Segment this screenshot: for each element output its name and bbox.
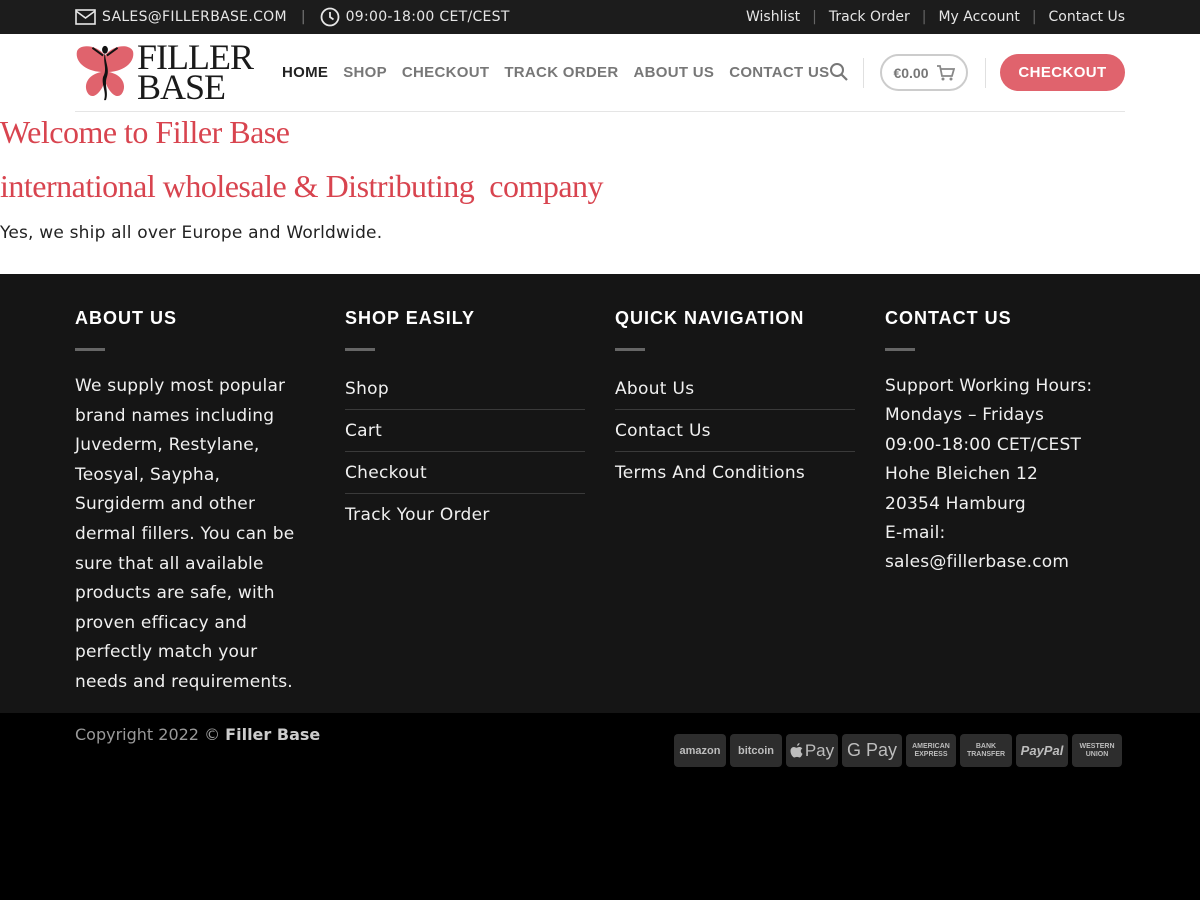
logo-text: FILLER BASE xyxy=(137,39,254,105)
contact-street: Hohe Bleichen 12 xyxy=(885,464,1038,485)
nav-home[interactable]: HOME xyxy=(282,64,328,81)
divider: | xyxy=(300,9,306,25)
footer-link-shop[interactable]: Shop xyxy=(345,368,585,410)
footer-about-heading: ABOUT US xyxy=(75,308,177,328)
footer-link-track-order[interactable]: Track Your Order xyxy=(345,494,585,536)
payment-methods: amazon bitcoin Pay G Pay AMERICAN EXPRES… xyxy=(674,734,1122,767)
google-pay-icon: G Pay xyxy=(842,734,902,767)
nav-contact-us[interactable]: CONTACT US xyxy=(729,64,829,81)
main-nav: HOME SHOP CHECKOUT TRACK ORDER ABOUT US … xyxy=(282,34,829,110)
footer-contact-heading: CONTACT US xyxy=(885,308,1012,328)
footer-shop: SHOP EASILY Shop Cart Checkout Track You… xyxy=(345,308,585,536)
amex-icon: AMERICAN EXPRESS xyxy=(906,734,956,767)
apple-logo xyxy=(790,743,803,758)
nav-track-order[interactable]: TRACK ORDER xyxy=(504,64,618,81)
apple-pay-label: Pay xyxy=(804,740,835,760)
footer-link-checkout[interactable]: Checkout xyxy=(345,452,585,494)
envelope-icon xyxy=(75,9,96,25)
heading-underline xyxy=(885,348,915,351)
copyright-text: Copyright 2022 © xyxy=(75,725,221,744)
divider: | xyxy=(1031,9,1037,25)
copyright-brand[interactable]: Filler Base xyxy=(225,725,320,744)
clock-icon xyxy=(320,7,339,27)
contact-hours-label: Support Working Hours: xyxy=(885,376,1093,396)
heading-underline xyxy=(615,348,645,351)
footer-link-cart[interactable]: Cart xyxy=(345,410,585,452)
copyright: Copyright 2022 © Filler Base xyxy=(75,725,320,744)
contact-city: 20354 Hamburg xyxy=(885,493,1026,514)
search-button[interactable] xyxy=(829,62,849,82)
top-bar: SALES@FILLERBASE.COM | 09:00-18:00 CET/C… xyxy=(0,0,1200,34)
contact-us-link[interactable]: Contact Us xyxy=(1049,9,1125,25)
shipping-text: Yes, we ship all over Europe and Worldwi… xyxy=(0,223,383,243)
site-footer: ABOUT US We supply most popular brand na… xyxy=(0,274,1200,713)
nav-shop[interactable]: SHOP xyxy=(343,64,387,81)
cart-icon xyxy=(936,64,955,80)
bottom-bar: Copyright 2022 © Filler Base amazon bitc… xyxy=(0,713,1200,900)
bank-transfer-icon: BANK TRANSFER xyxy=(960,734,1012,767)
hours-info: 09:00-18:00 CET/CEST xyxy=(320,7,510,27)
site-logo[interactable]: FILLER BASE xyxy=(75,39,254,105)
amazon-pay-icon: amazon xyxy=(674,734,726,767)
divider: | xyxy=(921,9,927,25)
footer-link-about-us[interactable]: About Us xyxy=(615,368,855,410)
footer-navigation: QUICK NAVIGATION About Us Contact Us Ter… xyxy=(615,308,855,494)
western-union-icon: WESTERN UNION xyxy=(1072,734,1122,767)
cart-button[interactable]: €0.00 xyxy=(880,54,968,91)
email-text: SALES@FILLERBASE.COM xyxy=(102,9,287,25)
page-title: Welcome to Filler Base xyxy=(0,114,290,150)
paypal-icon: PayPal xyxy=(1016,734,1068,767)
butterfly-logo-icon xyxy=(76,45,134,101)
search-icon xyxy=(830,63,848,81)
contact-email[interactable]: E-mail: sales@fillerbase.com xyxy=(885,519,1125,578)
main-content: Welcome to Filler Base international who… xyxy=(0,112,1200,274)
contact-hours: 09:00-18:00 CET/CEST xyxy=(885,434,1082,455)
heading-underline xyxy=(75,348,105,351)
footer-about: ABOUT US We supply most popular brand na… xyxy=(75,308,315,698)
divider xyxy=(985,58,986,88)
nav-about-us[interactable]: ABOUT US xyxy=(633,64,714,81)
hours-text: 09:00-18:00 CET/CEST xyxy=(345,9,510,25)
footer-link-terms[interactable]: Terms And Conditions xyxy=(615,452,855,494)
bitcoin-icon: bitcoin xyxy=(730,734,782,767)
my-account-link[interactable]: My Account xyxy=(938,9,1019,25)
footer-about-text: We supply most popular brand names inclu… xyxy=(75,376,295,692)
track-order-link[interactable]: Track Order xyxy=(829,9,910,25)
footer-link-contact-us[interactable]: Contact Us xyxy=(615,410,855,452)
contact-days: Mondays – Fridays xyxy=(885,405,1045,426)
footer-nav-heading: QUICK NAVIGATION xyxy=(615,308,805,328)
footer-shop-heading: SHOP EASILY xyxy=(345,308,476,328)
nav-checkout[interactable]: CHECKOUT xyxy=(402,64,489,81)
email-contact[interactable]: SALES@FILLERBASE.COM xyxy=(75,9,287,25)
checkout-button[interactable]: CHECKOUT xyxy=(1000,54,1125,91)
apple-pay-icon: Pay xyxy=(786,734,838,767)
cart-total: €0.00 xyxy=(893,64,929,81)
divider xyxy=(863,58,864,88)
page-subtitle: international wholesale & Distributing c… xyxy=(0,168,604,204)
heading-underline xyxy=(345,348,375,351)
divider: | xyxy=(812,9,817,25)
site-header: FILLER BASE HOME SHOP CHECKOUT TRACK ORD… xyxy=(0,34,1200,112)
footer-contact: CONTACT US Support Working Hours: Monday… xyxy=(885,308,1125,578)
wishlist-link[interactable]: Wishlist xyxy=(746,9,800,25)
